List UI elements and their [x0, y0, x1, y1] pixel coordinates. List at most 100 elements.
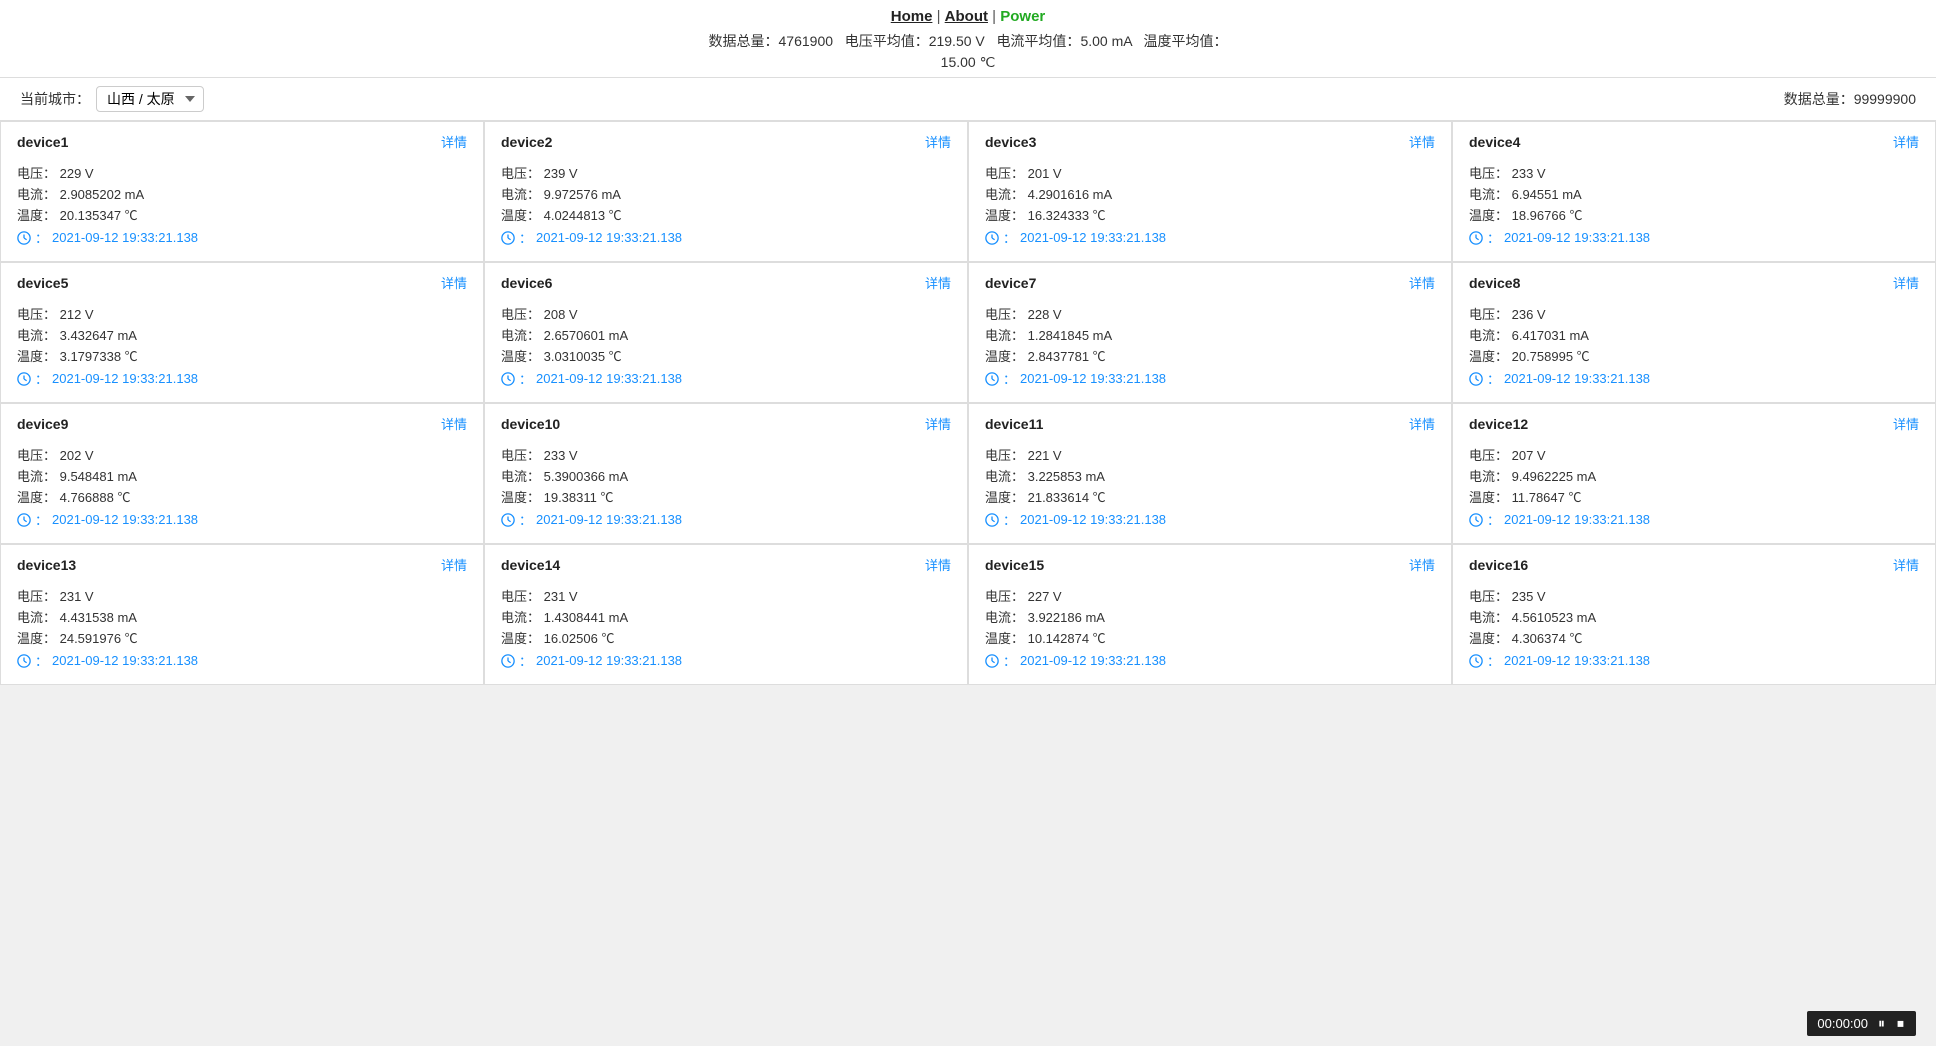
- colon-sep: ：: [1487, 651, 1500, 670]
- time-row: ： 2021-09-12 19:33:21.138: [985, 228, 1435, 247]
- time-value: 2021-09-12 19:33:21.138: [536, 371, 682, 386]
- device-name: device13: [17, 557, 76, 573]
- detail-link[interactable]: 详情: [1409, 132, 1435, 151]
- detail-link[interactable]: 详情: [441, 414, 467, 433]
- clock-icon: [501, 513, 515, 527]
- current-value: 5.00 mA: [1080, 33, 1131, 49]
- device-card-3: device3 详情 电压： 201 V 电流： 4.2901616 mA 温度…: [968, 121, 1452, 262]
- nav-home[interactable]: Home: [891, 8, 933, 25]
- nav-power[interactable]: Power: [1000, 8, 1045, 25]
- clock-icon: [501, 654, 515, 668]
- detail-link[interactable]: 详情: [441, 555, 467, 574]
- voltage-row: 电压： 239 V: [501, 163, 951, 182]
- card-header: device2 详情: [501, 132, 951, 151]
- temp-label: 温度平均值：: [1143, 33, 1227, 49]
- current-row: 电流： 9.4962225 mA: [1469, 466, 1919, 485]
- colon-sep: ：: [1487, 228, 1500, 247]
- city-selector-area: 当前城市： 山西 / 太原: [20, 86, 204, 112]
- voltage-row: 电压： 231 V: [501, 586, 951, 605]
- time-row: ： 2021-09-12 19:33:21.138: [17, 369, 467, 388]
- card-body: 电压： 221 V 电流： 3.225853 mA 温度： 21.833614 …: [985, 445, 1435, 529]
- temp-row: 温度： 10.142874 ℃: [985, 628, 1435, 647]
- card-header: device8 详情: [1469, 273, 1919, 292]
- total-value: 4761900: [779, 33, 834, 49]
- voltage-row: 电压： 235 V: [1469, 586, 1919, 605]
- clock-icon: [985, 654, 999, 668]
- current-row: 电流： 6.94551 mA: [1469, 184, 1919, 203]
- detail-link[interactable]: 详情: [925, 273, 951, 292]
- voltage-row: 电压： 233 V: [501, 445, 951, 464]
- device-card-11: device11 详情 电压： 221 V 电流： 3.225853 mA 温度…: [968, 403, 1452, 544]
- time-value: 2021-09-12 19:33:21.138: [536, 653, 682, 668]
- voltage-value: 219.50 V: [929, 33, 985, 49]
- card-header: device6 详情: [501, 273, 951, 292]
- clock-icon: [17, 654, 31, 668]
- timer-pause-button[interactable]: ⏸: [1876, 1015, 1887, 1032]
- nav-sep1: |: [937, 8, 945, 25]
- card-header: device3 详情: [985, 132, 1435, 151]
- detail-link[interactable]: 详情: [1893, 273, 1919, 292]
- detail-link[interactable]: 详情: [441, 132, 467, 151]
- colon-sep: ：: [35, 651, 48, 670]
- time-value: 2021-09-12 19:33:21.138: [1504, 371, 1650, 386]
- detail-link[interactable]: 详情: [925, 414, 951, 433]
- top-bar: Home | About | Power 数据总量：4761900 电压平均值：…: [0, 0, 1936, 78]
- colon-sep: ：: [519, 651, 532, 670]
- clock-icon: [1469, 372, 1483, 386]
- card-body: 电压： 233 V 电流： 6.94551 mA 温度： 18.96766 ℃ …: [1469, 163, 1919, 247]
- detail-link[interactable]: 详情: [1893, 555, 1919, 574]
- detail-link[interactable]: 详情: [1409, 555, 1435, 574]
- colon-sep: ：: [519, 510, 532, 529]
- device-card-10: device10 详情 电压： 233 V 电流： 5.3900366 mA 温…: [484, 403, 968, 544]
- header-right: 数据总量：99999900: [1716, 89, 1916, 109]
- colon-sep: ：: [1003, 651, 1016, 670]
- card-header: device11 详情: [985, 414, 1435, 433]
- device-name: device7: [985, 275, 1036, 291]
- current-row: 电流： 5.3900366 mA: [501, 466, 951, 485]
- voltage-row: 电压： 233 V: [1469, 163, 1919, 182]
- temp-value: 15.00 ℃: [941, 54, 996, 70]
- time-value: 2021-09-12 19:33:21.138: [1020, 371, 1166, 386]
- card-header: device10 详情: [501, 414, 951, 433]
- current-row: 电流： 6.417031 mA: [1469, 325, 1919, 344]
- detail-link[interactable]: 详情: [1893, 132, 1919, 151]
- card-header: device13 详情: [17, 555, 467, 574]
- detail-link[interactable]: 详情: [925, 132, 951, 151]
- clock-icon: [985, 372, 999, 386]
- detail-link[interactable]: 详情: [1409, 273, 1435, 292]
- current-row: 电流： 2.6570601 mA: [501, 325, 951, 344]
- current-row: 电流： 3.225853 mA: [985, 466, 1435, 485]
- clock-icon: [1469, 231, 1483, 245]
- detail-link[interactable]: 详情: [1409, 414, 1435, 433]
- detail-link[interactable]: 详情: [1893, 414, 1919, 433]
- card-body: 电压： 207 V 电流： 9.4962225 mA 温度： 11.78647 …: [1469, 445, 1919, 529]
- detail-link[interactable]: 详情: [441, 273, 467, 292]
- time-row: ： 2021-09-12 19:33:21.138: [1469, 510, 1919, 529]
- current-label: 电流平均值：: [996, 33, 1080, 49]
- time-value: 2021-09-12 19:33:21.138: [1504, 230, 1650, 245]
- colon-sep: ：: [35, 228, 48, 247]
- time-row: ： 2021-09-12 19:33:21.138: [17, 228, 467, 247]
- voltage-row: 电压： 229 V: [17, 163, 467, 182]
- colon-sep: ：: [519, 228, 532, 247]
- device-name: device4: [1469, 134, 1520, 150]
- device-card-15: device15 详情 电压： 227 V 电流： 3.922186 mA 温度…: [968, 544, 1452, 685]
- temp-row: 温度： 21.833614 ℃: [985, 487, 1435, 506]
- clock-icon: [17, 231, 31, 245]
- detail-link[interactable]: 详情: [925, 555, 951, 574]
- city-select[interactable]: 山西 / 太原: [96, 86, 204, 112]
- right-total-label: 数据总量：: [1784, 91, 1854, 107]
- voltage-row: 电压： 227 V: [985, 586, 1435, 605]
- device-card-2: device2 详情 电压： 239 V 电流： 9.972576 mA 温度：…: [484, 121, 968, 262]
- card-body: 电压： 202 V 电流： 9.548481 mA 温度： 4.766888 ℃…: [17, 445, 467, 529]
- time-row: ： 2021-09-12 19:33:21.138: [501, 228, 951, 247]
- timer-stop-button[interactable]: ⏹: [1895, 1015, 1906, 1032]
- nav-about[interactable]: About: [945, 8, 988, 25]
- nav-links: Home | About | Power: [0, 8, 1936, 25]
- time-row: ： 2021-09-12 19:33:21.138: [501, 369, 951, 388]
- temp-row: 温度： 16.02506 ℃: [501, 628, 951, 647]
- card-header: device12 详情: [1469, 414, 1919, 433]
- temp-row: 温度： 11.78647 ℃: [1469, 487, 1919, 506]
- time-row: ： 2021-09-12 19:33:21.138: [985, 369, 1435, 388]
- card-body: 电压： 228 V 电流： 1.2841845 mA 温度： 2.8437781…: [985, 304, 1435, 388]
